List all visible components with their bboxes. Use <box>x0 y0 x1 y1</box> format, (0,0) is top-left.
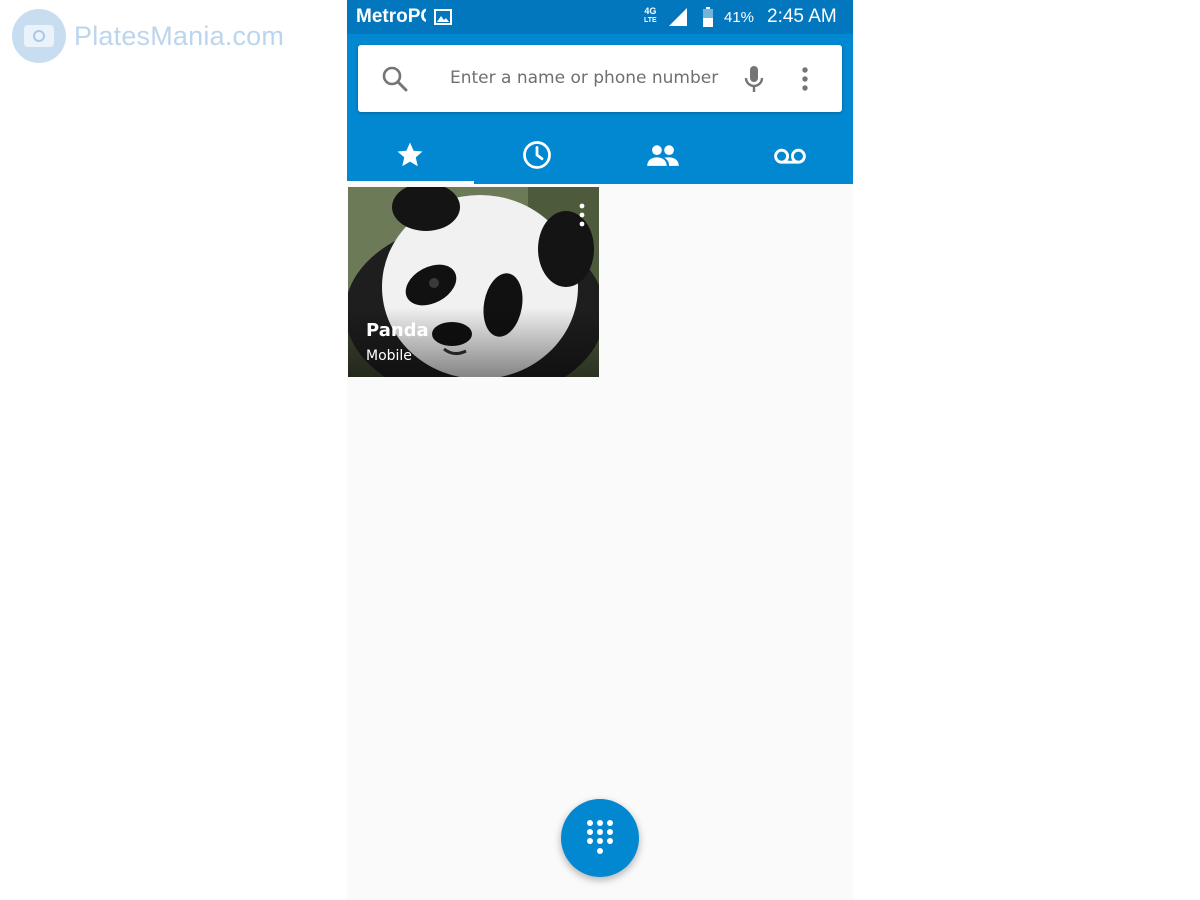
tab-contacts[interactable] <box>600 126 727 184</box>
search-input[interactable] <box>438 61 750 95</box>
voicemail-icon <box>773 148 806 164</box>
camera-logo-icon <box>12 9 66 63</box>
people-icon <box>647 145 680 166</box>
carrier-label: MetroPCS <box>356 6 426 27</box>
lte-icon: 4G LTE <box>644 7 657 25</box>
mic-icon[interactable] <box>744 65 764 97</box>
star-icon <box>397 142 423 167</box>
status-time: 2:45 AM <box>767 6 837 27</box>
dialpad-button[interactable] <box>561 799 639 877</box>
more-vert-icon[interactable] <box>801 67 809 95</box>
search-icon[interactable] <box>382 66 408 96</box>
dialpad-icon <box>587 820 613 854</box>
battery-icon <box>702 7 714 31</box>
watermark: PlatesMania.com <box>12 9 285 63</box>
tab-bar <box>347 126 853 184</box>
contact-phone-label: Mobile <box>366 348 412 364</box>
tab-favorites[interactable] <box>347 126 474 184</box>
clock-icon <box>522 141 551 169</box>
tab-recents[interactable] <box>474 126 601 184</box>
contact-more-icon[interactable] <box>579 203 585 231</box>
search-bar[interactable] <box>358 45 842 112</box>
status-bar: MetroPCS 4G LTE <box>347 0 853 34</box>
gallery-icon <box>434 9 452 29</box>
app-header: MetroPCS 4G LTE <box>347 0 853 184</box>
lte-label: LTE <box>644 17 657 24</box>
watermark-text: PlatesMania.com <box>74 20 285 51</box>
contact-name: Panda <box>366 320 429 341</box>
favorite-contact-tile[interactable]: Panda Mobile <box>348 187 599 377</box>
battery-percent: 41% <box>724 9 755 26</box>
network-type-label: 4G <box>644 6 657 16</box>
phone-screen: MetroPCS 4G LTE <box>347 0 853 900</box>
signal-icon <box>667 8 689 30</box>
tab-voicemail[interactable] <box>727 126 854 184</box>
